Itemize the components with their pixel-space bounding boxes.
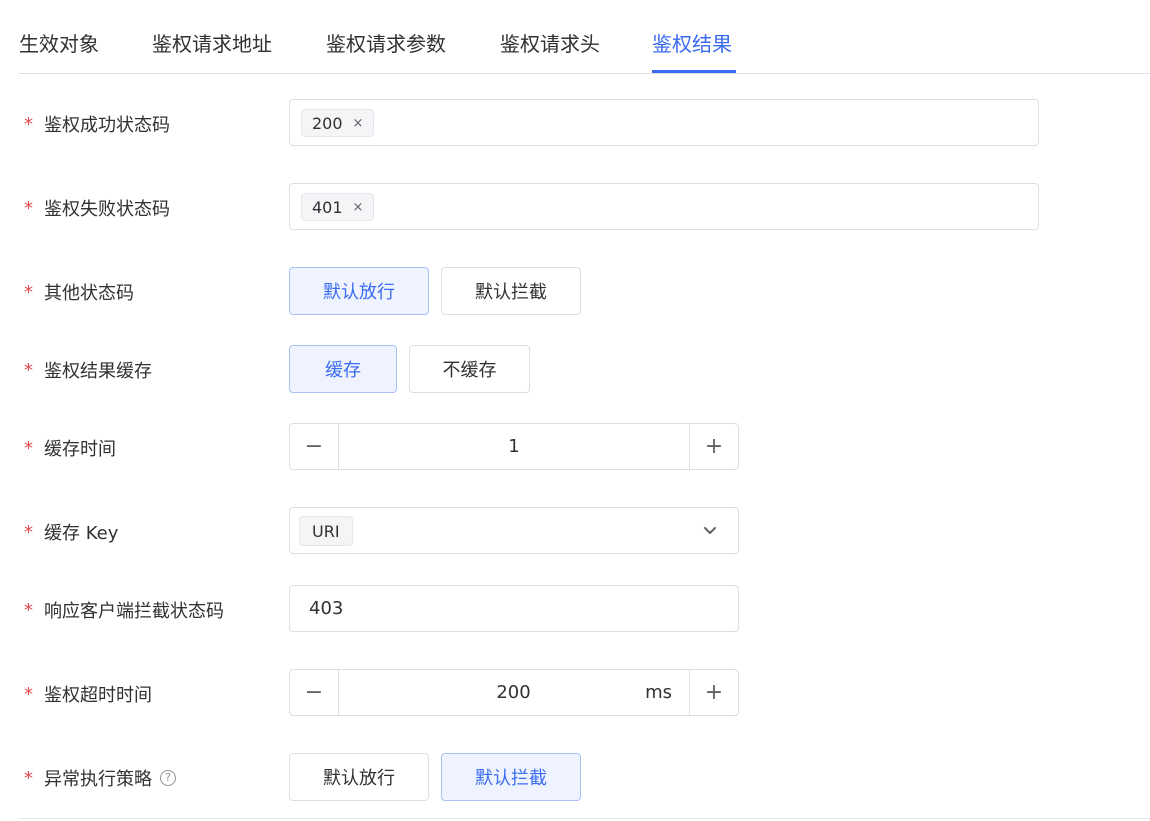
- fail-codes-tag-input[interactable]: 401 ×: [289, 183, 1039, 230]
- cache-time-value[interactable]: 1: [339, 424, 689, 469]
- tab-auth-url[interactable]: 鉴权请求地址: [152, 28, 272, 57]
- cache-key-label: * 缓存 Key: [24, 519, 118, 545]
- tab-auth-result[interactable]: 鉴权结果: [652, 28, 732, 57]
- required-mark: *: [24, 281, 33, 303]
- required-mark: *: [24, 359, 33, 381]
- increment-button[interactable]: +: [689, 670, 738, 715]
- tag-text: 200: [312, 113, 343, 133]
- bottom-divider: [19, 818, 1150, 819]
- exception-policy-label-text: 异常执行策略: [44, 769, 152, 790]
- close-icon[interactable]: ×: [353, 200, 364, 215]
- increment-button[interactable]: +: [689, 424, 738, 469]
- intercept-code-value: 403: [309, 598, 344, 619]
- tab-divider: [19, 73, 1150, 74]
- decrement-button[interactable]: −: [290, 670, 339, 715]
- cache-time-label: * 缓存时间: [24, 435, 116, 461]
- tab-target[interactable]: 生效对象: [19, 28, 99, 57]
- timeout-label-text: 鉴权超时时间: [44, 685, 152, 706]
- decrement-button[interactable]: −: [290, 424, 339, 469]
- selected-option-tag: URI: [299, 516, 353, 546]
- result-cache-label: * 鉴权结果缓存: [24, 357, 152, 383]
- required-mark: *: [24, 521, 33, 543]
- fail-codes-label-text: 鉴权失败状态码: [44, 199, 170, 220]
- required-mark: *: [24, 599, 33, 621]
- no-cache-button[interactable]: 不缓存: [409, 345, 530, 393]
- close-icon[interactable]: ×: [353, 116, 364, 131]
- tag-text: 401: [312, 197, 343, 217]
- timeout-label: * 鉴权超时时间: [24, 681, 152, 707]
- timeout-unit: ms: [645, 682, 672, 703]
- other-codes-block-button[interactable]: 默认拦截: [441, 267, 581, 315]
- tab-auth-headers[interactable]: 鉴权请求头: [500, 28, 600, 57]
- fail-codes-label: * 鉴权失败状态码: [24, 195, 170, 221]
- cache-key-label-text: 缓存 Key: [44, 523, 119, 544]
- cache-key-select[interactable]: URI: [289, 507, 739, 554]
- other-codes-label: * 其他状态码: [24, 279, 134, 305]
- exception-allow-button[interactable]: 默认放行: [289, 753, 429, 801]
- other-codes-label-text: 其他状态码: [44, 283, 134, 304]
- success-codes-tag-input[interactable]: 200 ×: [289, 99, 1039, 146]
- required-mark: *: [24, 197, 33, 219]
- success-codes-label-text: 鉴权成功状态码: [44, 115, 170, 136]
- result-cache-label-text: 鉴权结果缓存: [44, 361, 152, 382]
- other-codes-allow-button[interactable]: 默认放行: [289, 267, 429, 315]
- tab-auth-params[interactable]: 鉴权请求参数: [326, 28, 446, 57]
- tab-bar: 生效对象 鉴权请求地址 鉴权请求参数 鉴权请求头 鉴权结果: [0, 0, 1150, 75]
- required-mark: *: [24, 437, 33, 459]
- intercept-code-input[interactable]: 403: [289, 585, 739, 632]
- timeout-stepper: − 200 ms +: [289, 669, 739, 716]
- exception-block-button[interactable]: 默认拦截: [441, 753, 581, 801]
- chevron-down-icon[interactable]: [702, 522, 718, 538]
- intercept-code-label: * 响应客户端拦截状态码: [24, 597, 224, 623]
- required-mark: *: [24, 683, 33, 705]
- status-code-tag: 200 ×: [301, 109, 375, 137]
- required-mark: *: [24, 767, 33, 789]
- timeout-value[interactable]: 200: [339, 670, 628, 715]
- cache-time-label-text: 缓存时间: [44, 439, 116, 460]
- cache-time-stepper: − 1 +: [289, 423, 739, 470]
- cache-button[interactable]: 缓存: [289, 345, 397, 393]
- question-circle-icon[interactable]: ?: [160, 770, 176, 786]
- exception-policy-label: * 异常执行策略 ?: [24, 765, 176, 791]
- required-mark: *: [24, 113, 33, 135]
- intercept-code-label-text: 响应客户端拦截状态码: [44, 601, 224, 622]
- success-codes-label: * 鉴权成功状态码: [24, 111, 170, 137]
- status-code-tag: 401 ×: [301, 193, 375, 221]
